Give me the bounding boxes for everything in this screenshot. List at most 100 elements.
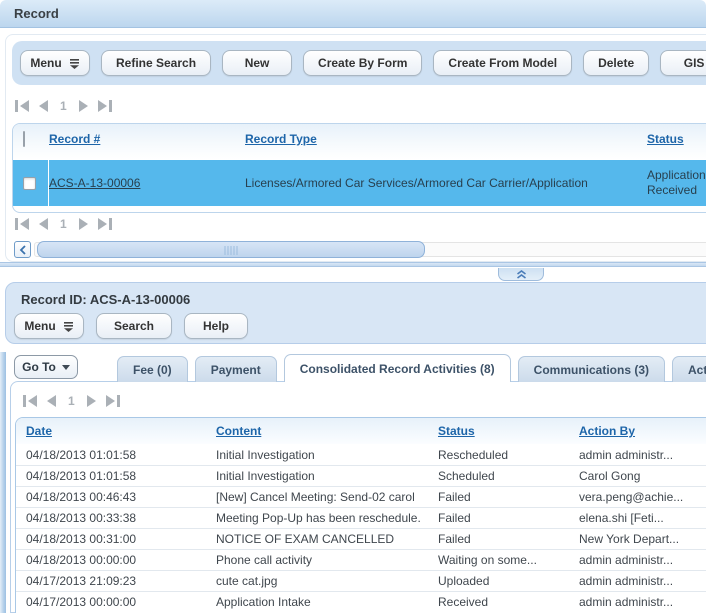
next-page-icon[interactable] bbox=[87, 395, 96, 407]
column-header-content[interactable]: Content bbox=[216, 424, 438, 438]
table-row[interactable]: 04/18/2013 00:46:43 [New] Cancel Meeting… bbox=[16, 486, 706, 507]
scrollbar-grip-icon bbox=[225, 246, 238, 255]
record-list-pagination-bottom: 1 bbox=[15, 217, 112, 231]
content-cell: Initial Investigation bbox=[216, 469, 438, 483]
new-button[interactable]: New bbox=[222, 50, 292, 76]
column-header-record-number[interactable]: Record # bbox=[49, 132, 245, 146]
column-header-status[interactable]: Status bbox=[647, 132, 706, 146]
column-header-action-by[interactable]: Action By bbox=[579, 424, 706, 438]
tab-communications[interactable]: Communications (3) bbox=[518, 356, 665, 382]
caret-down-icon bbox=[62, 365, 70, 370]
action-by-cell: admin administr... bbox=[579, 574, 706, 588]
record-list-portlet: Menu Refine Search New Create By Form Cr… bbox=[5, 34, 706, 262]
activities-tab-panel: 1 Date Content Status Action By 04/18/20… bbox=[10, 381, 706, 613]
record-detail-portlet: Record ID: ACS-A-13-00006 Menu Search He… bbox=[5, 282, 706, 344]
goto-dropdown[interactable]: Go To bbox=[14, 355, 78, 379]
status-cell: Scheduled bbox=[438, 469, 579, 483]
prev-page-icon[interactable] bbox=[39, 100, 48, 112]
scroll-left-button[interactable] bbox=[14, 241, 31, 258]
collapse-panel-button[interactable] bbox=[498, 268, 544, 281]
record-number-link[interactable]: ACS-A-13-00006 bbox=[49, 176, 140, 190]
table-row[interactable]: 04/17/2013 21:09:23 cute cat.jpg Uploade… bbox=[16, 570, 706, 591]
portlet-left-edge bbox=[0, 352, 6, 613]
tab-activities[interactable]: Activities (1) bbox=[672, 356, 706, 382]
status-cell: Failed bbox=[438, 532, 579, 546]
status-cell: Failed bbox=[438, 511, 579, 525]
record-id-title: Record ID: ACS-A-13-00006 bbox=[21, 292, 190, 307]
last-page-icon[interactable] bbox=[98, 218, 112, 230]
create-from-model-button[interactable]: Create From Model bbox=[433, 50, 572, 76]
record-status-text: Application Received bbox=[647, 168, 706, 197]
content-cell: Phone call activity bbox=[216, 553, 438, 567]
content-cell: cute cat.jpg bbox=[216, 574, 438, 588]
prev-page-icon[interactable] bbox=[47, 395, 56, 407]
table-row[interactable]: 04/18/2013 01:01:58 Initial Investigatio… bbox=[16, 444, 706, 465]
table-row[interactable]: 04/18/2013 00:00:00 Phone call activity … bbox=[16, 549, 706, 570]
goto-label: Go To bbox=[22, 360, 56, 374]
tab-consolidated-record-activities[interactable]: Consolidated Record Activities (8) bbox=[284, 354, 511, 382]
last-page-icon[interactable] bbox=[106, 395, 120, 407]
detail-tabs-bar: Go To Fee (0) Payment Consolidated Recor… bbox=[0, 354, 706, 382]
content-cell: [New] Cancel Meeting: Send-02 carol bbox=[216, 490, 438, 504]
table-row[interactable]: 04/17/2013 00:00:00 Application Intake R… bbox=[16, 591, 706, 612]
records-table: Record # Record Type Status ACS-A-13-000… bbox=[12, 123, 706, 213]
menu-button-label: Menu bbox=[30, 56, 61, 70]
action-by-cell: admin administr... bbox=[579, 553, 706, 567]
page-title: Record bbox=[14, 6, 59, 21]
date-cell: 04/17/2013 21:09:23 bbox=[26, 574, 216, 588]
next-page-icon[interactable] bbox=[79, 100, 88, 112]
row-checkbox[interactable] bbox=[23, 177, 36, 190]
page-number: 1 bbox=[58, 99, 69, 113]
record-row[interactable]: ACS-A-13-00006 Licenses/Armored Car Serv… bbox=[13, 160, 706, 206]
select-all-checkbox[interactable] bbox=[23, 131, 25, 147]
first-page-icon[interactable] bbox=[15, 100, 29, 112]
record-list-pagination-top: 1 bbox=[15, 99, 112, 113]
create-by-form-button[interactable]: Create By Form bbox=[303, 50, 422, 76]
record-toolbar: Menu Refine Search New Create By Form Cr… bbox=[12, 41, 706, 85]
help-button[interactable]: Help bbox=[184, 313, 248, 339]
date-cell: 04/18/2013 00:46:43 bbox=[26, 490, 216, 504]
content-cell: Application Intake bbox=[216, 595, 438, 609]
gis-button[interactable]: GIS bbox=[660, 50, 706, 76]
action-by-cell: admin administr... bbox=[579, 595, 706, 609]
double-chevron-up-icon bbox=[516, 270, 527, 279]
first-page-icon[interactable] bbox=[15, 218, 29, 230]
table-row[interactable]: 04/18/2013 00:33:38 Meeting Pop-Up has b… bbox=[16, 507, 706, 528]
detail-menu-label: Menu bbox=[24, 319, 55, 333]
select-all-cell bbox=[13, 132, 49, 146]
status-cell: Received bbox=[438, 595, 579, 609]
records-table-header: Record # Record Type Status bbox=[13, 124, 706, 160]
prev-page-icon[interactable] bbox=[39, 218, 48, 230]
detail-tabs: Fee (0) Payment Consolidated Record Acti… bbox=[117, 354, 706, 382]
detail-menu-button[interactable]: Menu bbox=[14, 313, 84, 339]
scrollbar-thumb[interactable] bbox=[37, 241, 425, 258]
column-header-status[interactable]: Status bbox=[438, 424, 579, 438]
record-type-cell: Licenses/Armored Car Services/Armored Ca… bbox=[245, 176, 647, 190]
record-detail-toolbar: Menu Search Help bbox=[14, 313, 248, 339]
panel-splitter[interactable] bbox=[0, 262, 706, 267]
search-button[interactable]: Search bbox=[96, 313, 172, 339]
row-checkbox-cell bbox=[13, 160, 49, 206]
next-page-icon[interactable] bbox=[79, 218, 88, 230]
column-header-record-type[interactable]: Record Type bbox=[245, 132, 647, 146]
table-row[interactable]: 04/18/2013 01:01:58 Initial Investigatio… bbox=[16, 465, 706, 486]
date-cell: 04/17/2013 00:00:00 bbox=[26, 595, 216, 609]
refine-search-button[interactable]: Refine Search bbox=[101, 50, 211, 76]
status-cell: Waiting on some... bbox=[438, 553, 579, 567]
column-header-date[interactable]: Date bbox=[26, 424, 216, 438]
record-status-cell: Application Received bbox=[647, 168, 706, 198]
tab-fee[interactable]: Fee (0) bbox=[117, 356, 188, 382]
status-cell: Uploaded bbox=[438, 574, 579, 588]
menu-caret-icon bbox=[69, 58, 80, 69]
last-page-icon[interactable] bbox=[98, 100, 112, 112]
action-by-cell: Carol Gong bbox=[579, 469, 706, 483]
content-cell: NOTICE OF EXAM CANCELLED bbox=[216, 532, 438, 546]
tab-payment[interactable]: Payment bbox=[195, 356, 277, 382]
menu-button[interactable]: Menu bbox=[20, 50, 90, 76]
status-cell: Rescheduled bbox=[438, 448, 579, 462]
table-row[interactable]: 04/18/2013 00:31:00 NOTICE OF EXAM CANCE… bbox=[16, 528, 706, 549]
page-title-bar: Record bbox=[0, 0, 706, 28]
menu-caret-icon bbox=[63, 321, 74, 332]
first-page-icon[interactable] bbox=[23, 395, 37, 407]
delete-button[interactable]: Delete bbox=[583, 50, 649, 76]
